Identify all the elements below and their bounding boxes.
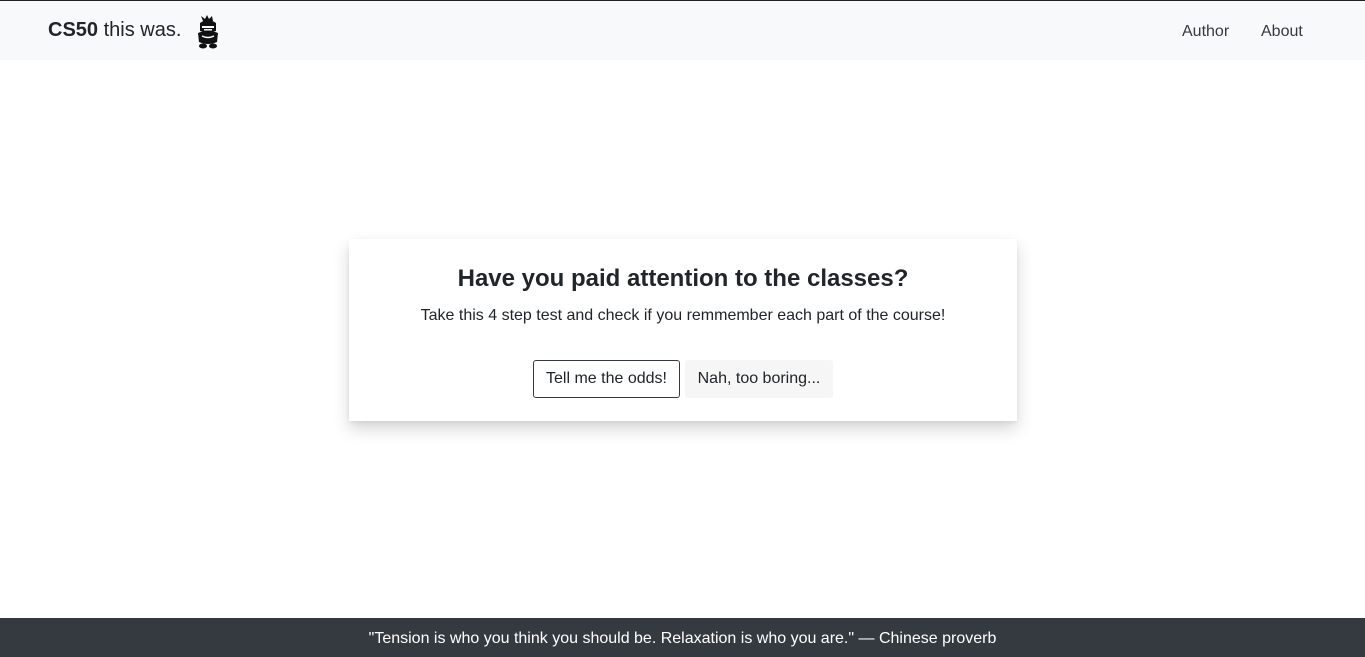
brand-link[interactable]: CS50 this was.	[48, 17, 181, 43]
footer-quote: "Tension is who you think you should be.…	[368, 630, 997, 647]
brand-strong: CS50	[48, 19, 99, 41]
navbar: CS50 this was. Author About	[0, 1, 1365, 60]
nav-link-about[interactable]: About	[1261, 21, 1303, 43]
card-title: Have you paid attention to the classes?	[457, 265, 909, 292]
quiz-intro-card: Have you paid attention to the classes? …	[349, 239, 1017, 421]
decline-button[interactable]: Nah, too boring...	[685, 360, 833, 398]
nav-link-author[interactable]: Author	[1182, 21, 1229, 43]
brand-rest: this was.	[98, 19, 182, 41]
card-text: Take this 4 step test and check if you r…	[420, 307, 946, 324]
footer: "Tension is who you think you should be.…	[0, 618, 1365, 657]
knight-helmet-icon[interactable]	[193, 15, 223, 49]
start-test-button[interactable]: Tell me the odds!	[533, 360, 680, 398]
